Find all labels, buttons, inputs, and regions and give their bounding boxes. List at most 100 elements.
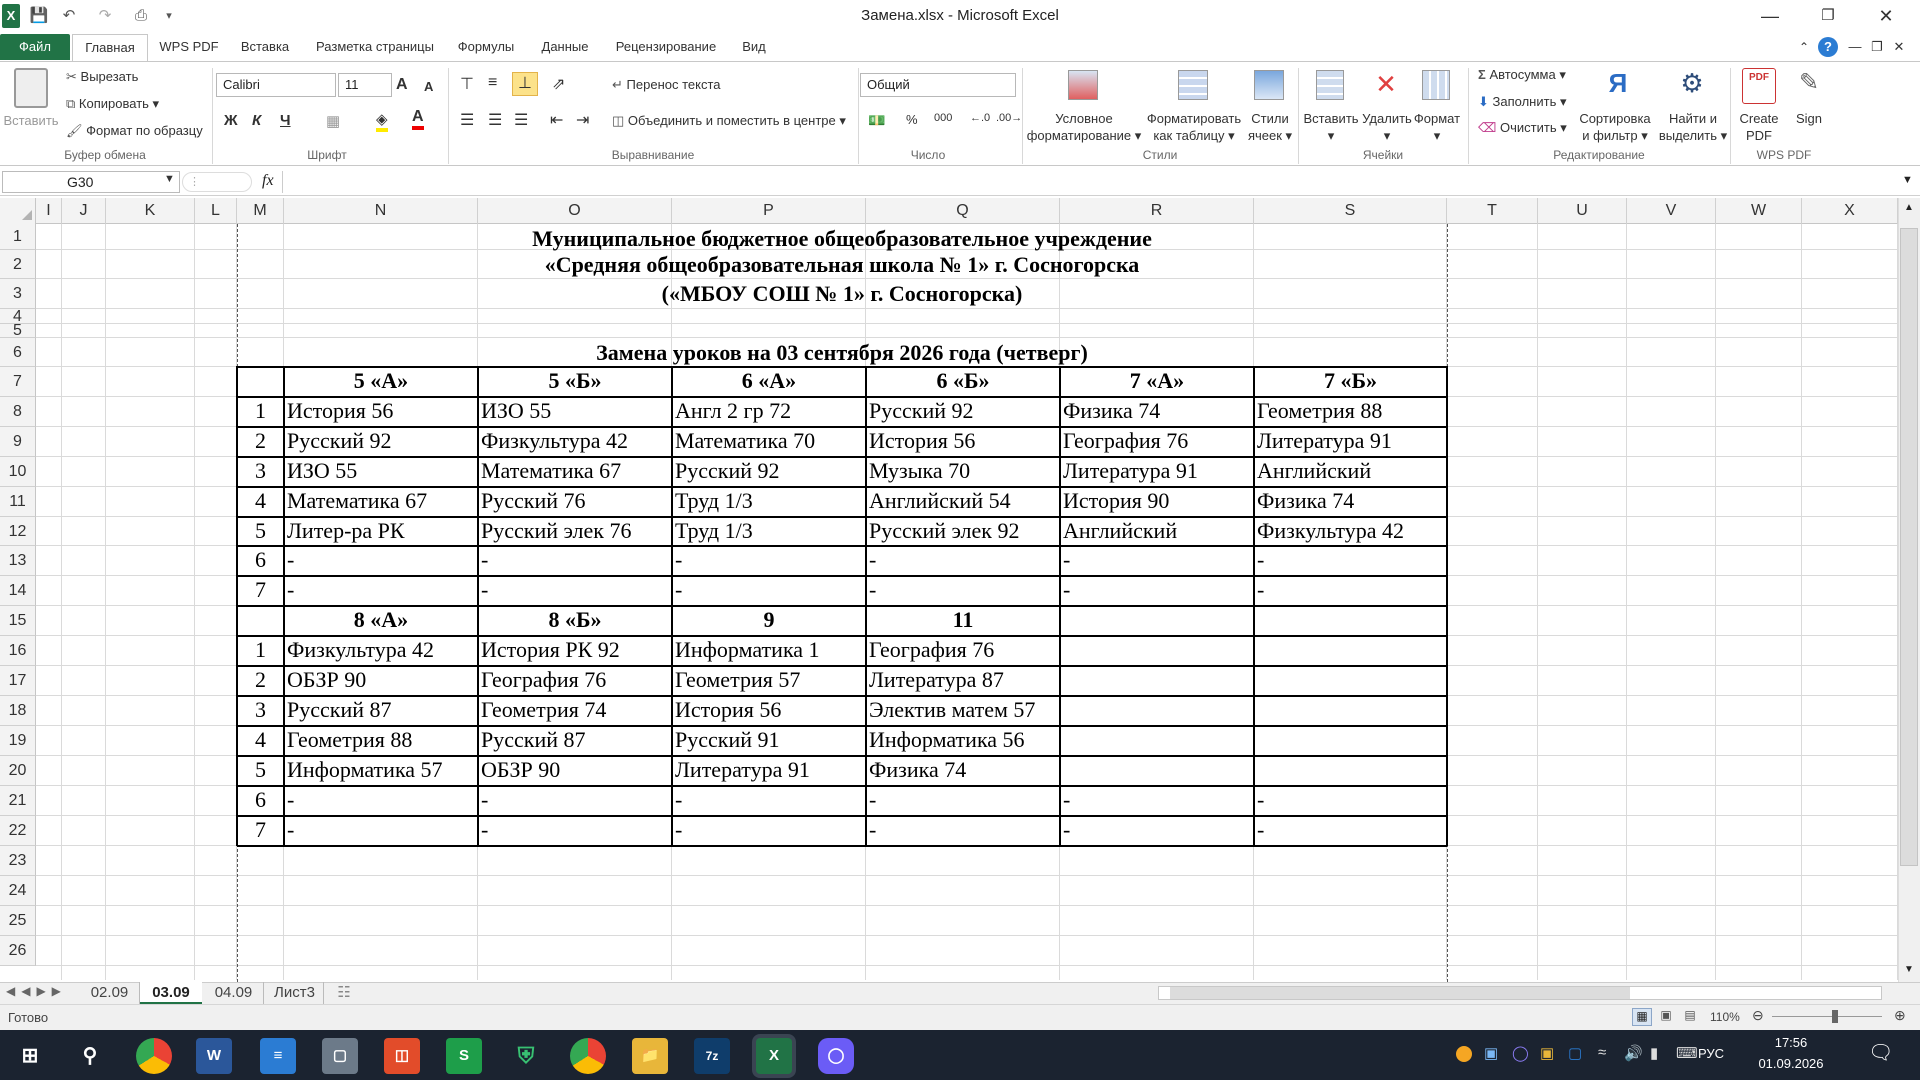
tab-view[interactable]: Вид [734, 34, 774, 60]
font-color-icon[interactable]: A [412, 108, 424, 130]
conditional-format-icon[interactable] [1068, 70, 1098, 100]
copy-button[interactable]: ⧉ Копировать ▾ [66, 95, 159, 113]
close-icon[interactable]: ✕ [1863, 0, 1909, 32]
tray-app-icon[interactable]: ◯ [1512, 1044, 1529, 1062]
decrease-indent-icon[interactable]: ⇤ [550, 110, 563, 130]
tray-folder-icon[interactable]: ▣ [1540, 1044, 1554, 1062]
conditional-format-button[interactable]: Условное форматирование ▾ [1024, 110, 1144, 144]
formula-input[interactable] [282, 171, 1898, 193]
tab-insert[interactable]: Вставка [232, 34, 298, 60]
autosum-button[interactable]: Σ Автосумма ▾ [1478, 66, 1566, 84]
insert-cells-button[interactable]: Вставить ▾ [1300, 110, 1362, 144]
row-header-25[interactable]: 25 [0, 906, 36, 936]
align-middle-icon[interactable]: ≡ [488, 74, 497, 92]
column-header-i[interactable]: I [36, 198, 62, 224]
sheet-tab-02-09[interactable]: 02.09 [80, 982, 140, 1004]
column-header-t[interactable]: T [1447, 198, 1538, 224]
restore-icon[interactable]: ❐ [1805, 0, 1851, 32]
format-painter-button[interactable]: 🖌 Формат по образцу [66, 122, 203, 140]
decrease-decimal-icon[interactable]: .00→ [996, 112, 1022, 124]
clock-time[interactable]: 17:56 [1756, 1035, 1826, 1050]
row-header-13[interactable]: 13 [0, 546, 36, 576]
sort-filter-button[interactable]: Сортировка и фильтр ▾ [1572, 110, 1658, 144]
number-format-select[interactable]: Общий [860, 73, 1016, 97]
new-sheet-icon[interactable]: ☷ [330, 982, 358, 1004]
tab-file[interactable]: Файл [0, 34, 70, 60]
column-header-q[interactable]: Q [866, 198, 1060, 224]
row-header-8[interactable]: 8 [0, 397, 36, 427]
underline-button[interactable]: Ч [280, 112, 291, 129]
format-cells-icon[interactable] [1422, 70, 1450, 100]
word-icon[interactable]: W [196, 1038, 232, 1074]
wifi-icon[interactable]: ≈ [1598, 1044, 1606, 1061]
scroll-down-icon[interactable]: ▼ [1900, 964, 1918, 975]
thousands-button[interactable]: 000 [934, 112, 952, 124]
doc-close-icon[interactable]: ✕ [1890, 34, 1908, 60]
sort-filter-icon[interactable]: Я [1598, 68, 1638, 102]
format-cells-button[interactable]: Формат ▾ [1410, 110, 1464, 144]
undo-icon[interactable]: ↶ [58, 4, 80, 28]
row-header-10[interactable]: 10 [0, 457, 36, 487]
pdf-reader-icon[interactable]: ◫ [384, 1038, 420, 1074]
tab-home[interactable]: Главная [72, 34, 148, 62]
row-header-15[interactable]: 15 [0, 606, 36, 636]
clear-button[interactable]: ⌫ Очистить ▾ [1478, 119, 1567, 137]
align-center-icon[interactable]: ☰ [488, 110, 502, 130]
chrome-profile-icon[interactable] [570, 1038, 606, 1074]
tray-orange-icon[interactable] [1456, 1046, 1472, 1062]
column-header-r[interactable]: R [1060, 198, 1254, 224]
file-explorer-icon[interactable]: 📁 [632, 1038, 668, 1074]
row-header-1[interactable]: 1 [0, 224, 36, 250]
row-header-26[interactable]: 26 [0, 936, 36, 966]
pdf-icon[interactable]: PDF [1742, 68, 1776, 104]
align-right-icon[interactable]: ☰ [514, 110, 528, 130]
column-header-p[interactable]: P [672, 198, 866, 224]
row-header-18[interactable]: 18 [0, 696, 36, 726]
zoom-slider-thumb[interactable] [1832, 1010, 1838, 1023]
paste-button[interactable]: Вставить [2, 112, 60, 129]
row-header-24[interactable]: 24 [0, 876, 36, 906]
zoom-in-icon[interactable]: ⊕ [1894, 1007, 1906, 1024]
shield-icon[interactable]: ⛨ [508, 1038, 544, 1074]
sheet-nav-icons[interactable]: ◀◀▶▶ [6, 984, 67, 998]
ribbon-collapse-icon[interactable]: ⌃ [1794, 34, 1814, 60]
sheet-tab-04-09[interactable]: 04.09 [204, 982, 264, 1004]
zoom-level[interactable]: 110% [1710, 1010, 1740, 1024]
column-header-x[interactable]: X [1802, 198, 1898, 224]
qat-customize-icon[interactable]: ▾ [162, 4, 176, 28]
row-header-5[interactable]: 5 [0, 323, 36, 339]
doc-minimize-icon[interactable]: — [1846, 34, 1864, 60]
currency-icon[interactable]: 💵 [868, 112, 885, 129]
insert-cells-icon[interactable] [1316, 70, 1344, 100]
column-header-n[interactable]: N [284, 198, 478, 224]
row-header-12[interactable]: 12 [0, 517, 36, 546]
page-break-view-icon[interactable]: ▤ [1680, 1008, 1700, 1026]
align-top-icon[interactable]: ⊤ [460, 74, 474, 94]
percent-button[interactable]: % [906, 112, 918, 127]
paste-icon[interactable] [14, 68, 48, 108]
volume-icon[interactable]: 🔊 [1624, 1044, 1643, 1062]
page-layout-view-icon[interactable]: ▣ [1656, 1008, 1676, 1026]
row-header-16[interactable]: 16 [0, 636, 36, 666]
column-header-v[interactable]: V [1627, 198, 1716, 224]
delete-cells-icon[interactable]: ✕ [1372, 70, 1400, 100]
normal-view-icon[interactable]: ▦ [1632, 1008, 1652, 1026]
language-indicator[interactable]: РУС [1698, 1046, 1724, 1061]
clock-date[interactable]: 01.09.2026 [1752, 1056, 1830, 1071]
tray-network-drive-icon[interactable]: ▣ [1484, 1044, 1498, 1062]
shrink-font-button[interactable]: A [424, 79, 433, 94]
cell-styles-icon[interactable] [1254, 70, 1284, 100]
spreadsheet-app-icon[interactable]: S [446, 1038, 482, 1074]
tab-page-layout[interactable]: Разметка страницы [306, 34, 444, 60]
fill-button[interactable]: ⬇ Заполнить ▾ [1478, 93, 1567, 111]
minimize-icon[interactable]: — [1747, 0, 1793, 32]
excel-taskbar-icon[interactable]: X [756, 1038, 792, 1074]
increase-indent-icon[interactable]: ⇥ [576, 110, 589, 130]
tab-wps-pdf[interactable]: WPS PDF [156, 34, 222, 60]
zoom-slider[interactable] [1772, 1016, 1882, 1017]
excel-logo-icon[interactable]: X [2, 4, 20, 28]
row-header-14[interactable]: 14 [0, 576, 36, 606]
row-header-3[interactable]: 3 [0, 279, 36, 309]
delete-cells-button[interactable]: Удалить ▾ [1360, 110, 1414, 144]
column-header-k[interactable]: K [106, 198, 195, 224]
